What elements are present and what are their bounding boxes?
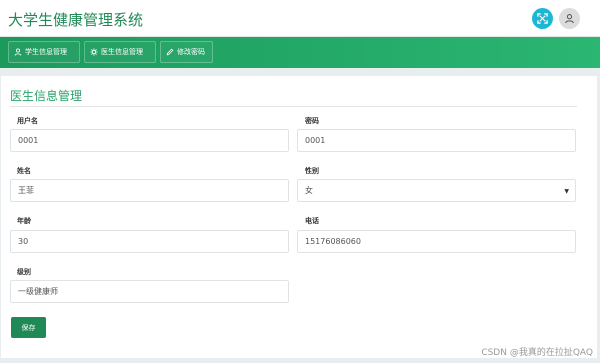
- user-icon: [565, 14, 574, 24]
- doctor-info-panel: 医生信息管理 用户名 0001 密码 0001 姓名 王菲 性别 女 ▼ 年龄 …: [1, 76, 597, 358]
- phone-field[interactable]: 15176086060: [297, 230, 576, 253]
- password-value: 0001: [305, 136, 326, 145]
- top-header: 大学生健康管理系统: [0, 0, 600, 37]
- watermark-text: CSDN @我真的在拉扯QAQ: [481, 348, 593, 358]
- page-title: 医生信息管理: [10, 89, 83, 103]
- chevron-down-icon: ▼: [564, 188, 569, 195]
- app-title: 大学生健康管理系统: [8, 11, 144, 29]
- gender-label: 性别: [305, 167, 319, 175]
- nav-label: 修改密码: [177, 48, 205, 56]
- save-button[interactable]: 保存: [11, 317, 46, 338]
- edit-icon: [166, 48, 174, 56]
- password-field[interactable]: 0001: [297, 129, 576, 152]
- name-label: 姓名: [17, 167, 31, 175]
- gear-icon: [90, 48, 98, 56]
- nav-doctor-management[interactable]: 医生信息管理: [84, 41, 156, 63]
- gender-select[interactable]: 女 ▼: [297, 179, 576, 202]
- nav-label: 医生信息管理: [101, 48, 143, 56]
- fullscreen-icon: [537, 13, 548, 24]
- phone-value: 15176086060: [305, 237, 361, 246]
- age-label: 年龄: [17, 217, 31, 225]
- name-value: 王菲: [18, 186, 34, 195]
- nav-change-password[interactable]: 修改密码: [160, 41, 213, 63]
- user-menu-button[interactable]: [559, 8, 580, 29]
- age-field[interactable]: 30: [10, 230, 289, 253]
- divider: [10, 106, 577, 107]
- level-field[interactable]: 一级健康师: [10, 280, 289, 303]
- nav-student-management[interactable]: 学生信息管理: [8, 41, 80, 63]
- username-value: 0001: [18, 136, 39, 145]
- username-label: 用户名: [17, 117, 38, 125]
- level-value: 一级健康师: [18, 287, 58, 296]
- name-field[interactable]: 王菲: [10, 179, 289, 202]
- fullscreen-button[interactable]: [532, 8, 553, 29]
- phone-label: 电话: [305, 217, 319, 225]
- user-icon: [14, 48, 22, 56]
- age-value: 30: [18, 237, 29, 246]
- username-field[interactable]: 0001: [10, 129, 289, 152]
- nav-label: 学生信息管理: [25, 48, 67, 56]
- password-label: 密码: [305, 117, 319, 125]
- gender-value: 女: [305, 186, 313, 195]
- main-nav: 学生信息管理 医生信息管理 修改密码: [0, 37, 600, 68]
- level-label: 级别: [17, 268, 31, 276]
